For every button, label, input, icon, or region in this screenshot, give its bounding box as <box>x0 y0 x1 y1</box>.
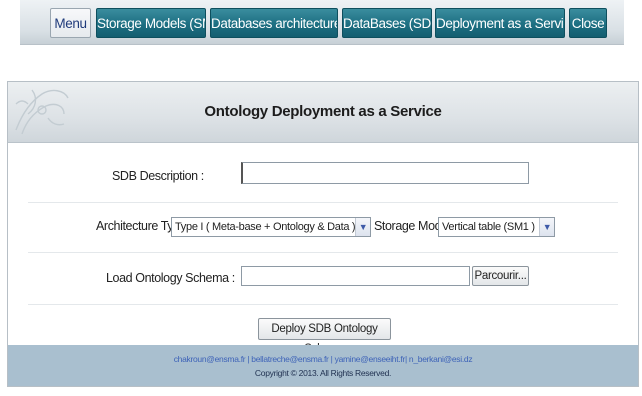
panel-header: Ontology Deployment as a Service <box>8 82 638 143</box>
page-title: Ontology Deployment as a Service <box>204 103 442 120</box>
deploy-button[interactable]: Deploy SDB Ontology Schema <box>258 318 391 355</box>
divider <box>28 202 618 203</box>
menu-tab-close[interactable]: Close <box>569 8 607 38</box>
storage-model-select[interactable]: Vertical table (SM1 ) ▼ <box>438 217 555 237</box>
footer: chakroun@ensma.fr | bellatreche@ensma.fr… <box>8 345 638 386</box>
storage-model-value: Vertical table (SM1 ) <box>442 221 535 233</box>
deployment-panel: Ontology Deployment as a Service SDB Des… <box>7 81 639 387</box>
menu-tab-menu[interactable]: Menu <box>50 8 91 38</box>
chevron-down-icon[interactable]: ▼ <box>539 218 554 236</box>
sdb-description-input[interactable] <box>241 162 529 184</box>
footer-emails[interactable]: chakroun@ensma.fr | bellatreche@ensma.fr… <box>8 354 638 364</box>
menu-tab-storage-models[interactable]: Storage Models (SM) <box>96 8 206 38</box>
chevron-down-icon[interactable]: ▼ <box>355 218 370 236</box>
menu-tab-databases-sdb[interactable]: DataBases (SDB) <box>342 8 432 38</box>
footer-copyright: Copyright © 2013. All Rights Reserved. <box>254 368 392 378</box>
load-schema-input[interactable] <box>241 266 470 286</box>
menu-tab-deployment-service[interactable]: Deployment as a Service <box>435 8 565 38</box>
divider <box>28 252 618 253</box>
divider <box>28 304 618 305</box>
browse-button[interactable]: Parcourir... <box>472 266 529 286</box>
architecture-type-value: Type I ( Meta-base + Ontology & Data ) <box>175 221 356 233</box>
sdb-description-label: SDB Description : <box>112 169 204 183</box>
menu-tab-databases-architectures[interactable]: Databases architectures <box>210 8 338 38</box>
load-schema-label: Load Ontology Schema : <box>106 271 235 285</box>
top-menu-bar: Menu Storage Models (SM) Databases archi… <box>20 0 624 45</box>
architecture-type-select[interactable]: Type I ( Meta-base + Ontology & Data ) ▼ <box>171 217 371 237</box>
